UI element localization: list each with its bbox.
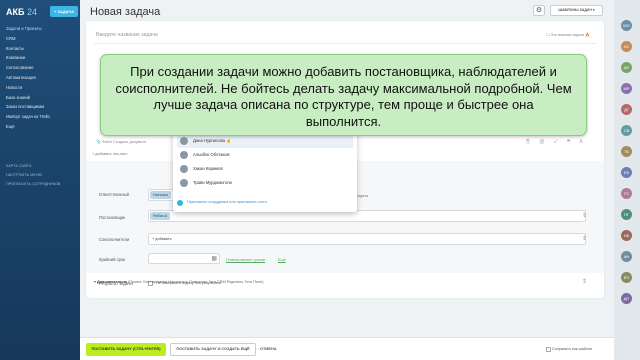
user-option[interactable]: Дана Нурписова ☝	[177, 134, 353, 148]
sidebar-item-news[interactable]: Новости	[6, 83, 78, 93]
sidebar-item-invite[interactable]: ПРИГЛАСИТЬ СОТРУДНИКОВ	[6, 180, 78, 189]
user-option[interactable]: Хакан Каримов	[177, 162, 353, 176]
plus-icon	[177, 200, 183, 206]
coexec-field[interactable]: + добавить	[148, 233, 586, 245]
rail-avatar[interactable]: ЕП	[621, 272, 632, 283]
rail-avatar[interactable]: АН	[621, 251, 632, 262]
sidebar-item-import[interactable]: Импорт задач из Trello	[6, 112, 78, 122]
sidebar-menu: Задачи и Проекты CRM Контакты Компании С…	[6, 24, 78, 132]
sidebar-item-tasks[interactable]: Задачи и Проекты	[6, 24, 78, 34]
responsible-chip[interactable]: Наталья	[150, 191, 171, 199]
task-name-input[interactable]: Введите название задачи	[96, 32, 158, 38]
sidebar-item-knowledge[interactable]: База знаний	[6, 93, 78, 103]
cancel-button[interactable]: ОТМЕНА	[260, 343, 276, 356]
flame-icon: 🔥	[585, 33, 590, 37]
rail-avatar[interactable]: НС	[621, 41, 632, 52]
sidebar-item-orders[interactable]: Заказ поставщикам	[6, 102, 78, 112]
page-title: Новая задача	[90, 6, 161, 18]
drag-handle-icon[interactable]: ⇕	[582, 212, 587, 219]
important-checkbox[interactable]: ☐ Это важная задача 🔥	[546, 32, 590, 37]
author-chip[interactable]: Рабиз А	[150, 212, 171, 220]
rail-avatar[interactable]: АР	[621, 62, 632, 73]
rail-avatar[interactable]: ГС	[621, 188, 632, 199]
rail-avatar[interactable]: МР	[621, 83, 632, 94]
project-hint: задача	[356, 194, 369, 198]
sidebar-item-contacts[interactable]: Контакты	[6, 44, 78, 54]
coexec-label: Соисполнители	[99, 237, 130, 242]
invite-guest-link[interactable]: пригласить гостя	[237, 200, 267, 204]
avatar	[180, 165, 188, 173]
more-link[interactable]: Ещё	[278, 258, 286, 262]
format-icons[interactable]: ⎘ @ ✓ ❝ A	[526, 139, 587, 145]
rail-avatar[interactable]: МО	[621, 20, 632, 31]
user-option[interactable]: Трави Мурджанголи	[177, 176, 353, 190]
sidebar-item-crm[interactable]: CRM	[6, 34, 78, 44]
cursor-hand-icon: ☝	[226, 138, 232, 143]
submit-task-button[interactable]: ПОСТАВИТЬ ЗАДАЧУ (CTRL+ENTER)	[86, 343, 166, 356]
sidebar-item-more[interactable]: Ещё	[6, 122, 78, 132]
responsible-label: Ответственный	[99, 192, 129, 197]
rail-avatar[interactable]: ДГ	[621, 104, 632, 115]
rail-avatar[interactable]: ДП	[621, 293, 632, 304]
left-sidebar: АКБ 24 + ЗАДАЧА Задачи и Проекты CRM Кон…	[0, 0, 80, 360]
create-task-button[interactable]: + ЗАДАЧА	[50, 6, 78, 17]
tutorial-banner: При создании задачи можно добавить поста…	[100, 54, 587, 136]
app-logo[interactable]: АКБ 24	[6, 7, 37, 17]
sidebar-item-automation[interactable]: Автоматизация	[6, 73, 78, 83]
rail-avatar[interactable]: ЕК	[621, 167, 632, 178]
deadline-input[interactable]: ▦	[148, 253, 220, 264]
drag-handle-icon[interactable]: ⇕	[582, 278, 587, 285]
planning-link[interactable]: Планирование сроков	[226, 258, 265, 262]
drag-handle-icon[interactable]: ⇕	[582, 235, 587, 242]
add-checklist-link[interactable]: + добавить чек-лист	[92, 152, 128, 156]
footer-bar: ПОСТАВИТЬ ЗАДАЧУ (CTRL+ENTER) ПОСТАВИТЬ …	[80, 337, 614, 360]
divider	[94, 43, 596, 44]
rail-avatar[interactable]: НБ	[621, 230, 632, 241]
save-template-label: Сохранить как шаблон	[552, 347, 593, 351]
sidebar-item-approval[interactable]: Согласование	[6, 63, 78, 73]
submit-and-new-button[interactable]: ПОСТАВИТЬ ЗАДАЧУ И СОЗДАТЬ ЕЩЁ	[170, 343, 256, 356]
calendar-icon[interactable]: ▦	[211, 255, 217, 262]
add-coexec-link[interactable]: + добавить	[152, 237, 172, 241]
avatar	[180, 179, 188, 187]
user-dropdown: Дана Нурписова ☝ Альибек Оботжков Хакан …	[173, 130, 357, 212]
sidebar-sub-menu: КАРТА САЙТА НАСТРОИТЬ МЕНЮ ПРИГЛАСИТЬ СО…	[6, 162, 78, 189]
invite-employee-link[interactable]: Пригласить сотрудника	[187, 200, 228, 204]
sidebar-item-sitemap[interactable]: КАРТА САЙТА	[6, 162, 78, 171]
sidebar-item-companies[interactable]: Компании	[6, 53, 78, 63]
rail-avatar[interactable]: СВ	[621, 125, 632, 136]
gear-icon[interactable]: ⚙	[533, 5, 545, 16]
avatar	[180, 137, 188, 145]
user-option[interactable]: Альибек Оботжков	[177, 148, 353, 162]
sidebar-item-configure[interactable]: НАСТРОИТЬ МЕНЮ	[6, 171, 78, 180]
invite-row[interactable]: Пригласить сотрудника или пригласить гос…	[177, 200, 267, 206]
right-rail: МО НС АР МР ДГ СВ ТБ ЕК ГС ПГ НБ АН ЕП ДП	[614, 0, 640, 360]
additional-section[interactable]: ▾ Дополнительно (Проект Учёт времени Нап…	[94, 279, 264, 284]
avatar	[180, 151, 188, 159]
deadline-label: Крайний срок	[99, 257, 126, 262]
rail-avatar[interactable]: ПГ	[621, 209, 632, 220]
author-label: Постановщик	[99, 215, 126, 220]
templates-button[interactable]: ШАБЛОНЫ ЗАДАЧ ▾	[550, 5, 603, 16]
editor-toolbar[interactable]: 📎 Файл Создать документ	[96, 139, 147, 144]
rail-avatar[interactable]: ТБ	[621, 146, 632, 157]
save-template-checkbox[interactable]	[546, 347, 551, 352]
